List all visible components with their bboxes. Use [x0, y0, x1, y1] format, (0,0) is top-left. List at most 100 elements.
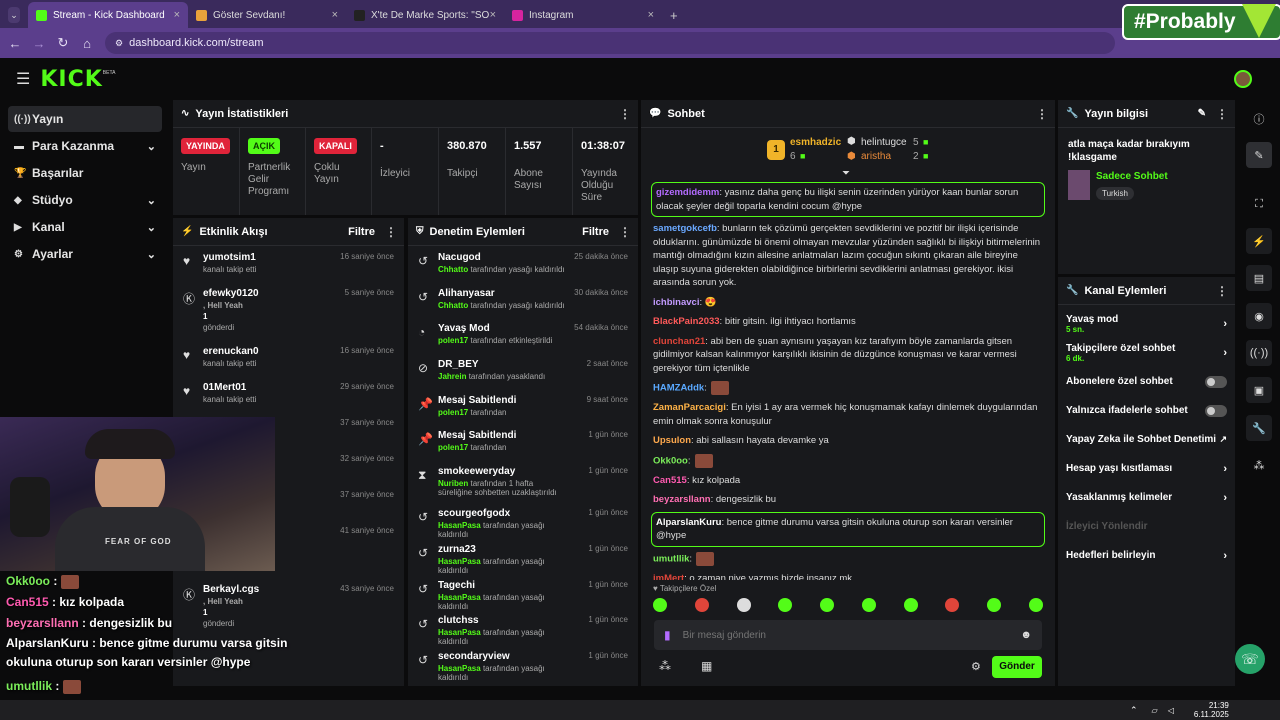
emote-button-icon[interactable] — [903, 598, 918, 612]
kick-logo[interactable]: KICK — [40, 67, 102, 92]
moderation-target[interactable]: smokeeweryday — [438, 466, 568, 477]
more-options-icon[interactable]: ⋮ — [1216, 284, 1228, 298]
send-button[interactable]: Gönder — [992, 656, 1042, 678]
moderation-filter-button[interactable]: Filtre — [582, 226, 609, 238]
emoji-icon[interactable]: ☻ — [1020, 629, 1032, 641]
leader-name[interactable]: helintugce — [861, 137, 907, 148]
leader-name[interactable]: esmhadzic — [790, 137, 841, 148]
reload-icon[interactable]: ↻ — [51, 35, 75, 51]
chevron-right-icon[interactable]: › — [1223, 463, 1227, 475]
moderation-target[interactable]: clutchss — [438, 615, 568, 626]
community-icon[interactable]: ⁂ — [1246, 452, 1272, 478]
activity-username[interactable]: yumotsim1 — [203, 252, 256, 263]
edit-icon[interactable]: ✎ — [1246, 142, 1272, 168]
close-tab-icon[interactable]: × — [490, 9, 496, 21]
sidebar-item-broadcast[interactable]: ((·)) Yayın — [8, 106, 162, 132]
chat-username[interactable]: ichbinavci — [653, 297, 699, 308]
moderator-name[interactable]: HasanPasa — [438, 664, 481, 673]
chat-username[interactable]: HAMZAddk — [653, 383, 704, 394]
browser-tab[interactable]: Göster Sevdanı! × — [188, 2, 346, 28]
browser-tab[interactable]: Instagram × — [504, 2, 662, 28]
chat-username[interactable]: beyzarsllann — [653, 494, 711, 505]
more-options-icon[interactable]: ⋮ — [1216, 107, 1228, 121]
chat-username[interactable]: clunchan21 — [653, 336, 705, 347]
moderator-name[interactable]: Chhatto — [438, 265, 468, 274]
moderator-name[interactable]: HasanPasa — [438, 628, 481, 637]
moderation-target[interactable]: DR_BEY — [438, 359, 545, 370]
more-options-icon[interactable]: ⋮ — [1036, 107, 1048, 121]
browser-tab[interactable]: X'te De Marke Sports: "SON DA× — [346, 2, 504, 28]
wrench-icon[interactable]: 🔧 — [1246, 415, 1272, 441]
volume-icon[interactable]: ◁ — [1168, 706, 1174, 715]
broadcast-icon[interactable]: ((·)) — [1246, 340, 1272, 366]
emote-button-icon[interactable] — [736, 598, 751, 612]
tab-menu-button[interactable]: ⌄ — [0, 2, 28, 28]
bolt-icon[interactable]: ⚡ — [1246, 228, 1272, 254]
fullscreen-icon[interactable]: ⛶ — [1246, 191, 1272, 217]
emote-button-icon[interactable] — [653, 598, 667, 612]
chevron-down-icon[interactable]: ⌄ — [147, 248, 156, 261]
moderation-target[interactable]: Yavaş Mod — [438, 323, 552, 334]
network-icon[interactable]: ▱ — [1152, 706, 1158, 715]
sidebar-item-trophy[interactable]: 🏆 Başarılar — [8, 160, 162, 186]
moderator-name[interactable]: polen17 — [438, 443, 468, 452]
moderation-target[interactable]: Mesaj Sabitlendi — [438, 395, 516, 406]
chevron-right-icon[interactable]: › — [1223, 492, 1227, 504]
chat-username[interactable]: Upsulon — [653, 435, 691, 446]
external-link-icon[interactable]: ↗ — [1219, 434, 1227, 445]
chat-username[interactable]: gizemdidemm — [656, 187, 719, 198]
close-tab-icon[interactable]: × — [332, 9, 338, 21]
moderation-target[interactable]: Nacugod — [438, 252, 565, 263]
tray-chevron-icon[interactable]: ⌃ — [1130, 705, 1138, 716]
emote-button-icon[interactable] — [861, 598, 876, 612]
chevron-right-icon[interactable]: › — [1223, 318, 1227, 330]
leader-name[interactable]: aristha — [861, 151, 891, 162]
activity-username[interactable]: efewky0120 — [203, 288, 259, 299]
moderation-target[interactable]: scourgeofgodx — [438, 508, 568, 519]
emote-button-icon[interactable] — [778, 598, 793, 612]
emote-button-icon[interactable] — [945, 598, 960, 612]
site-info-icon[interactable]: ⚙ — [115, 38, 123, 49]
url-field[interactable]: ⚙ dashboard.kick.com/stream — [105, 32, 1115, 54]
sidebar-item-settings[interactable]: ⚙ Ayarlar ⌄ — [8, 241, 162, 267]
chevron-down-icon[interactable]: ⌄ — [147, 140, 156, 153]
close-tab-icon[interactable]: × — [174, 9, 180, 21]
activity-username[interactable]: erenuckan0 — [203, 346, 259, 357]
support-chat-button[interactable]: ☏ — [1235, 644, 1265, 674]
chat-username[interactable]: Can515 — [653, 475, 687, 486]
more-options-icon[interactable]: ⋮ — [385, 225, 397, 239]
chat-username[interactable]: ZamanParcacigi — [653, 402, 726, 413]
channel-action-row[interactable]: İzleyici Yönlendir — [1058, 512, 1235, 541]
moderator-name[interactable]: HasanPasa — [438, 557, 481, 566]
clipboard-icon[interactable]: ▤ — [1246, 265, 1272, 291]
moderator-name[interactable]: Chhatto — [438, 301, 468, 310]
channel-action-row[interactable]: Takipçilere özel sohbet 6 dk. › — [1058, 338, 1235, 367]
layout-icon[interactable]: ▣ — [1246, 377, 1272, 403]
channel-action-row[interactable]: Hesap yaşı kısıtlaması › — [1058, 454, 1235, 483]
moderation-target[interactable]: Alihanyasar — [438, 288, 565, 299]
close-tab-icon[interactable]: × — [648, 9, 654, 21]
channel-action-row[interactable]: Abonelere özel sohbet — [1058, 367, 1235, 396]
chat-input[interactable] — [682, 629, 1003, 641]
more-options-icon[interactable]: ⋮ — [619, 225, 631, 239]
hamburger-menu-icon[interactable]: ☰ — [16, 69, 30, 89]
moderator-name[interactable]: Nuriben — [438, 479, 468, 488]
avatar[interactable] — [1234, 70, 1252, 88]
chevron-down-icon[interactable]: ⌄ — [147, 194, 156, 207]
chat-username[interactable]: sametgokcefb — [653, 223, 717, 234]
emote-button-icon[interactable] — [820, 598, 835, 612]
store-icon[interactable]: ▦ — [701, 659, 712, 673]
channel-action-row[interactable]: Yavaş mod 5 sn. › — [1058, 309, 1235, 338]
chat-username[interactable]: imMert — [653, 573, 684, 580]
sidebar-item-studio[interactable]: ◆ Stüdyo ⌄ — [8, 187, 162, 213]
new-tab-button[interactable]: + — [662, 2, 686, 28]
emote-button-icon[interactable] — [1028, 598, 1043, 612]
moderator-name[interactable]: polen17 — [438, 408, 468, 417]
emote-button-icon[interactable] — [987, 598, 1002, 612]
toggle-switch[interactable] — [1205, 404, 1227, 417]
toggle-switch[interactable] — [1205, 375, 1227, 388]
chat-username[interactable]: BlackPain2033 — [653, 316, 720, 327]
collapse-chevron-icon[interactable]: ⏷ — [842, 168, 850, 179]
moderator-name[interactable]: HasanPasa — [438, 521, 481, 530]
edit-icon[interactable]: ✎ — [1198, 108, 1206, 119]
